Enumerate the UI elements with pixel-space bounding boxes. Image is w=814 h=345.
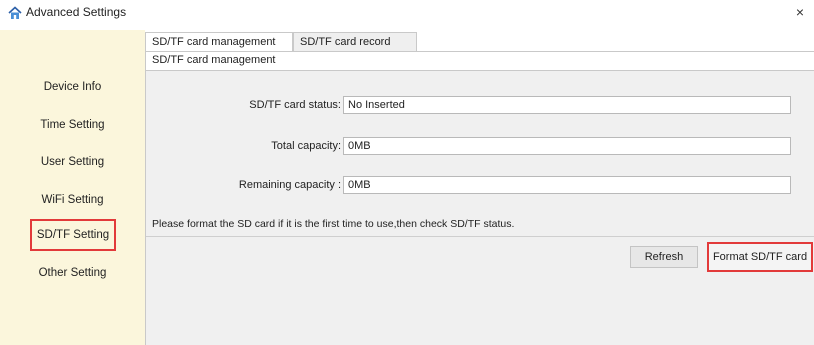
sidebar-item-user-setting[interactable]: User Setting [30, 147, 115, 177]
main-panel: SD/TF card management SD/TF card status:… [145, 51, 814, 345]
sidebar-item-sdtf-setting[interactable]: SD/TF Setting [30, 219, 116, 251]
home-icon [8, 6, 22, 19]
card-status-field[interactable]: No Inserted [343, 96, 791, 114]
remaining-capacity-field[interactable]: 0MB [343, 176, 791, 194]
close-icon[interactable]: × [796, 4, 804, 20]
sidebar-item-wifi-setting[interactable]: WiFi Setting [30, 185, 115, 215]
sidebar-item-time-setting[interactable]: Time Setting [30, 110, 115, 140]
window-title: Advanced Settings [26, 5, 127, 19]
tab-sdtf-card-record[interactable]: SD/TF card record [293, 32, 417, 52]
total-capacity-field[interactable]: 0MB [343, 137, 791, 155]
tab-sdtf-card-management[interactable]: SD/TF card management [145, 32, 293, 52]
sidebar: Device Info Time Setting User Setting Wi… [0, 30, 145, 345]
divider [146, 236, 814, 237]
sidebar-item-device-info[interactable]: Device Info [30, 72, 115, 102]
refresh-button[interactable]: Refresh [630, 246, 698, 268]
sidebar-item-other-setting[interactable]: Other Setting [30, 258, 115, 288]
remaining-capacity-label: Remaining capacity : [238, 179, 341, 191]
card-status-label: SD/TF card status: [249, 99, 341, 111]
panel-header: SD/TF card management [146, 52, 814, 71]
format-hint-text: Please format the SD card if it is the f… [152, 218, 515, 230]
title-bar: Advanced Settings × [0, 0, 814, 30]
format-sdtf-card-button[interactable]: Format SD/TF card [707, 242, 813, 272]
total-capacity-label: Total capacity: [271, 140, 341, 152]
